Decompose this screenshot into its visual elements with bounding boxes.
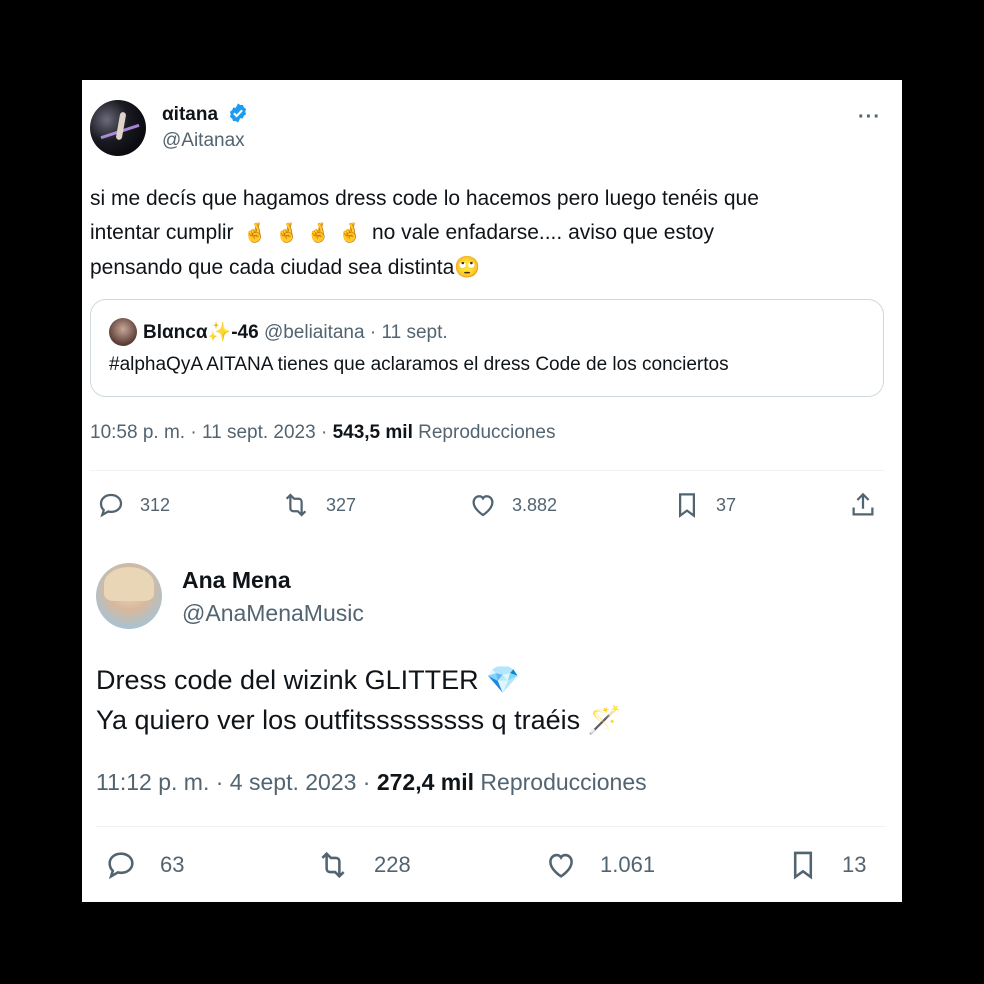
tweet1-timestamp: 10:58 p. m. · 11 sept. 2023 · 543,5 mil … — [90, 422, 555, 444]
crossed-fingers-icon: 🤞 — [306, 223, 331, 244]
views-count: 543,5 mil — [332, 422, 413, 443]
divider — [96, 826, 886, 827]
quote-author: Blαncα✨-46 @beliaitana · 11 sept. — [143, 322, 448, 343]
tweet2-text: Dress code del wizink GLITTER 💎 Ya quier… — [96, 665, 622, 735]
tweet1-author[interactable]: αitana — [162, 102, 249, 126]
timestamp-link[interactable]: 10:58 p. m. · 11 sept. 2023 · — [90, 422, 333, 443]
retweet-button[interactable]: 228 — [314, 848, 411, 882]
bookmark-icon — [793, 851, 813, 880]
views-count: 272,4 mil — [376, 769, 475, 795]
heart-icon — [549, 853, 573, 878]
reply-icon — [108, 852, 134, 880]
share-icon — [852, 492, 874, 516]
heart-icon — [472, 495, 494, 517]
quote-meta: @beliaitana · 11 sept. — [263, 322, 448, 343]
reply-button[interactable]: 312 — [96, 490, 170, 520]
bookmark-icon — [679, 493, 695, 518]
divider — [90, 470, 884, 471]
more-options-icon[interactable]: ··· — [858, 106, 881, 129]
magic-wand-emoji-icon: 🪄 — [587, 705, 622, 735]
gem-emoji-icon: 💎 — [486, 665, 520, 695]
verified-badge-icon — [230, 103, 247, 123]
quoted-tweet[interactable]: Blαncα✨-46 @beliaitana · 11 sept. #alpha… — [90, 299, 884, 397]
author-name[interactable]: αitana — [162, 104, 218, 125]
tweet2-handle[interactable]: @AnaMenaMusic — [182, 600, 364, 627]
reply-button[interactable]: 63 — [104, 848, 184, 882]
reply-icon — [99, 493, 123, 518]
avatar-aitana[interactable] — [90, 100, 146, 156]
views-label: Reproducciones — [418, 422, 556, 443]
quote-text: #alphaQyA AITANA tienes que aclaramos el… — [109, 354, 729, 375]
crossed-fingers-icon: 🤞 — [275, 223, 299, 244]
share-button[interactable] — [848, 490, 892, 520]
like-button[interactable]: 3.882 — [468, 490, 557, 520]
bookmark-button[interactable]: 37 — [672, 490, 736, 520]
tweet1-text: si me decís que hagamos dress code lo ha… — [90, 187, 759, 279]
avatar-ana-mena[interactable] — [96, 563, 162, 629]
crossed-fingers-icon: 🤞 — [243, 223, 268, 244]
bookmark-button[interactable]: 13 — [786, 848, 866, 882]
like-button[interactable]: 1.061 — [544, 848, 655, 882]
tweet2-timestamp: 11:12 p. m. · 4 sept. 2023 · 272,4 mil R… — [96, 769, 647, 796]
crossed-fingers-icon: 🤞 — [338, 223, 363, 244]
screenshot-card: αitana @Aitanax ··· si me decís que haga… — [82, 80, 902, 902]
retweet-icon — [321, 851, 345, 879]
timestamp-link[interactable]: 11:12 p. m. · 4 sept. 2023 · — [96, 769, 377, 795]
retweet-button[interactable]: 327 — [280, 490, 356, 520]
views-label: Reproducciones — [480, 769, 647, 795]
eye-roll-emoji-icon: 🙄 — [454, 256, 481, 279]
retweet-icon — [285, 493, 307, 517]
tweet1-handle[interactable]: @Aitanax — [162, 130, 245, 152]
tweet2-author[interactable]: Ana Mena — [182, 567, 291, 594]
quote-avatar — [109, 318, 137, 346]
